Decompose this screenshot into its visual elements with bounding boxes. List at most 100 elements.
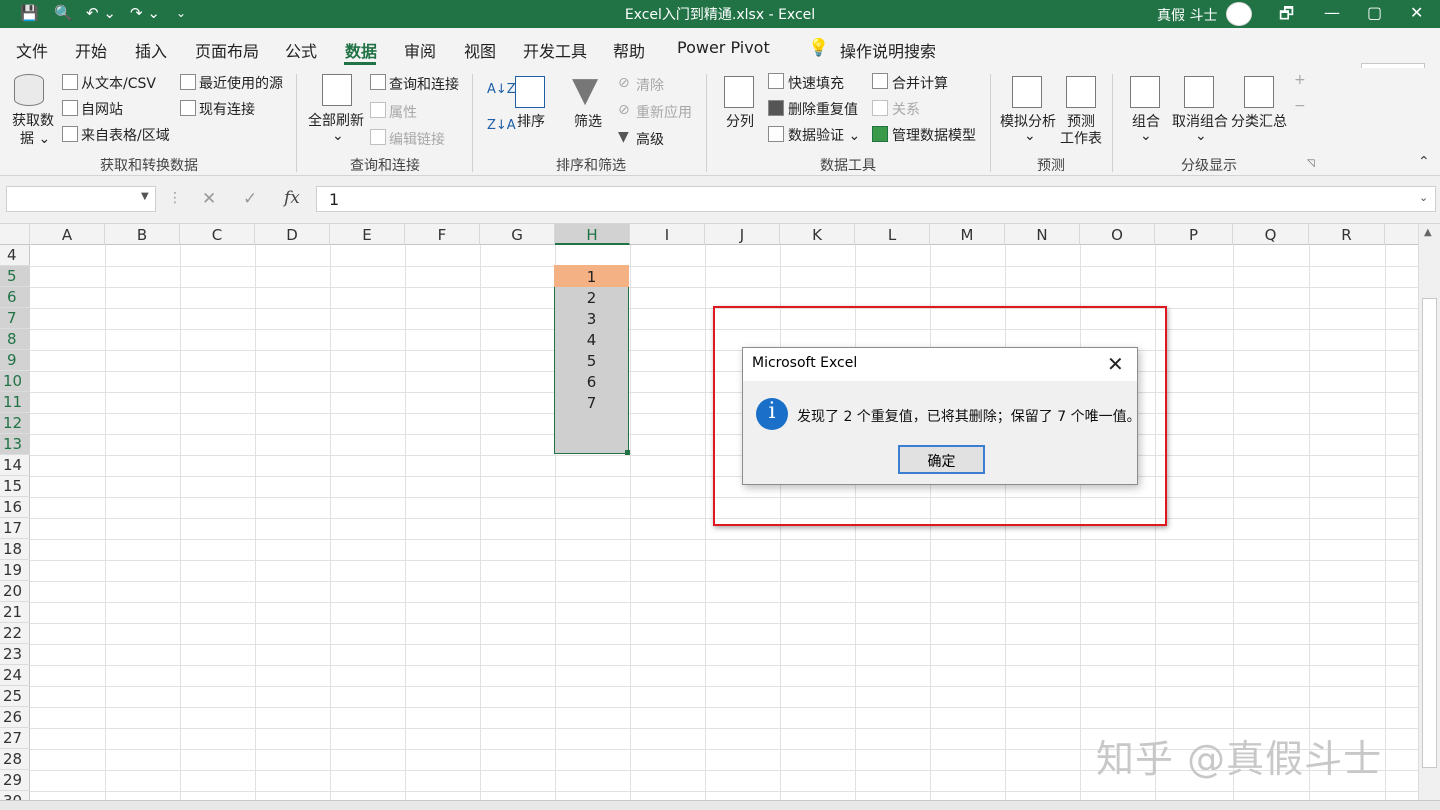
existing-connections-button[interactable]: 现有连接: [199, 99, 255, 119]
tab-help[interactable]: 帮助: [613, 38, 645, 62]
group-dropdown[interactable]: ⌄: [1140, 128, 1152, 144]
refresh-all-button[interactable]: 全部刷新: [308, 110, 364, 130]
subtotal-button[interactable]: 分类汇总: [1231, 111, 1287, 131]
collapse-ribbon-icon[interactable]: ⌃: [1418, 154, 1430, 170]
column-header[interactable]: R: [1309, 224, 1385, 245]
column-header[interactable]: N: [1005, 224, 1080, 245]
user-name[interactable]: 真假 斗士: [1157, 5, 1217, 25]
lightbulb-icon[interactable]: 💡: [808, 38, 829, 58]
cell-value[interactable]: 5: [554, 352, 629, 370]
column-header[interactable]: L: [855, 224, 930, 245]
column-header[interactable]: Q: [1233, 224, 1309, 245]
cell-value[interactable]: 2: [554, 289, 629, 307]
tab-review[interactable]: 审阅: [404, 38, 436, 62]
forecast-sheet-label[interactable]: 工作表: [1060, 128, 1102, 148]
get-data-button[interactable]: 获取数: [12, 110, 54, 130]
cell-value[interactable]: 7: [554, 394, 629, 412]
cancel-entry-icon[interactable]: ✕: [202, 189, 216, 209]
row-header[interactable]: 21: [0, 602, 30, 623]
column-header[interactable]: K: [780, 224, 855, 245]
tab-formulas[interactable]: 公式: [285, 38, 317, 62]
close-icon[interactable]: ✕: [1410, 3, 1423, 22]
insert-function-icon[interactable]: fx: [284, 188, 300, 208]
column-header[interactable]: H: [555, 224, 630, 245]
row-header[interactable]: 5: [0, 266, 30, 287]
row-header[interactable]: 25: [0, 686, 30, 707]
row-header[interactable]: 11: [0, 392, 30, 413]
row-header[interactable]: 26: [0, 707, 30, 728]
tell-me-search[interactable]: 操作说明搜索: [840, 38, 936, 62]
from-text-csv-button[interactable]: 从文本/CSV: [81, 73, 156, 93]
ok-button[interactable]: 确定: [898, 445, 985, 474]
cell-value[interactable]: 6: [554, 373, 629, 391]
cell-value[interactable]: 3: [554, 310, 629, 328]
row-header[interactable]: 22: [0, 623, 30, 644]
row-header[interactable]: 16: [0, 497, 30, 518]
tab-page-layout[interactable]: 页面布局: [195, 38, 259, 62]
ungroup-dropdown[interactable]: ⌄: [1195, 128, 1207, 144]
column-header[interactable]: I: [630, 224, 705, 245]
row-header[interactable]: 30: [0, 791, 30, 800]
row-header[interactable]: 17: [0, 518, 30, 539]
cell-value[interactable]: 1: [554, 268, 629, 286]
name-box[interactable]: ▼: [6, 186, 156, 212]
row-header[interactable]: 6: [0, 287, 30, 308]
column-header[interactable]: F: [405, 224, 480, 245]
cell-value[interactable]: 4: [554, 331, 629, 349]
row-header[interactable]: 4: [0, 245, 30, 266]
get-data-dropdown[interactable]: 据 ⌄: [20, 128, 50, 148]
edit-links-button[interactable]: 编辑链接: [389, 129, 445, 149]
row-header[interactable]: 19: [0, 560, 30, 581]
tab-insert[interactable]: 插入: [135, 38, 167, 62]
row-header[interactable]: 10: [0, 371, 30, 392]
from-web-button[interactable]: 自网站: [81, 99, 123, 119]
minimize-icon[interactable]: —: [1324, 3, 1340, 22]
worksheet-grid[interactable]: A B C D E F G H I J K L M N O P Q R 4 5 …: [0, 224, 1418, 800]
show-detail-icon[interactable]: +: [1294, 72, 1306, 88]
sort-button[interactable]: 排序: [517, 111, 545, 131]
data-validation-button[interactable]: 数据验证 ⌄: [788, 125, 860, 145]
fill-handle[interactable]: [625, 450, 630, 455]
dialog-launcher-icon[interactable]: ◹: [1307, 158, 1315, 169]
tab-file[interactable]: 文件: [16, 38, 48, 62]
scroll-thumb[interactable]: [1422, 298, 1437, 768]
row-header[interactable]: 13: [0, 434, 30, 455]
what-if-dropdown[interactable]: ⌄: [1024, 128, 1036, 144]
refresh-all-dropdown[interactable]: ⌄: [332, 128, 344, 144]
name-box-dropdown-icon[interactable]: ▼: [141, 191, 149, 202]
row-header[interactable]: 8: [0, 329, 30, 350]
row-header[interactable]: 27: [0, 728, 30, 749]
column-header[interactable]: C: [180, 224, 255, 245]
consolidate-button[interactable]: 合并计算: [892, 73, 948, 93]
column-header[interactable]: J: [705, 224, 780, 245]
column-header[interactable]: P: [1155, 224, 1233, 245]
row-header[interactable]: 14: [0, 455, 30, 476]
column-header[interactable]: M: [930, 224, 1005, 245]
maximize-icon[interactable]: ▢: [1367, 3, 1382, 22]
select-all-corner[interactable]: [0, 224, 30, 245]
queries-connections-button[interactable]: 查询和连接: [389, 74, 459, 94]
column-header[interactable]: G: [480, 224, 555, 245]
row-header[interactable]: 15: [0, 476, 30, 497]
properties-button[interactable]: 属性: [389, 102, 417, 122]
sort-descending-icon[interactable]: Z↓A: [487, 118, 516, 133]
tab-view[interactable]: 视图: [464, 38, 496, 62]
column-header[interactable]: B: [105, 224, 180, 245]
flash-fill-button[interactable]: 快速填充: [788, 73, 844, 93]
column-header[interactable]: E: [330, 224, 405, 245]
row-header[interactable]: 18: [0, 539, 30, 560]
row-header[interactable]: 29: [0, 770, 30, 791]
row-header[interactable]: 12: [0, 413, 30, 434]
column-header[interactable]: D: [255, 224, 330, 245]
formula-input[interactable]: 1 ⌄: [316, 186, 1436, 212]
confirm-entry-icon[interactable]: ✓: [243, 189, 257, 209]
relationships-button[interactable]: 关系: [892, 99, 920, 119]
filter-button[interactable]: 筛选: [574, 111, 602, 131]
text-to-columns-button[interactable]: 分列: [726, 111, 754, 131]
row-header[interactable]: 20: [0, 581, 30, 602]
scroll-up-icon[interactable]: ▲: [1424, 227, 1432, 238]
row-header[interactable]: 9: [0, 350, 30, 371]
row-header[interactable]: 28: [0, 749, 30, 770]
row-header[interactable]: 24: [0, 665, 30, 686]
avatar[interactable]: [1226, 2, 1252, 26]
